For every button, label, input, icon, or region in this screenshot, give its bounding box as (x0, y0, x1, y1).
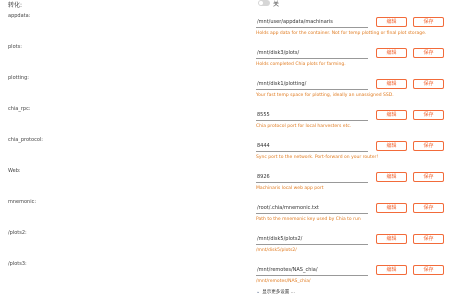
header-label: 转化: (8, 2, 23, 9)
setting-input[interactable]: 8555 (256, 111, 368, 121)
setting-hint: Holds app data for the container. Not fo… (256, 31, 427, 36)
save-button[interactable]: 保存 (413, 203, 444, 213)
edit-button[interactable]: 编辑 (376, 141, 407, 151)
setting-hint: Chia protocol port for local harvesters … (256, 124, 352, 129)
show-more-label: 显示更多设置 ... (262, 290, 295, 295)
setting-hint: /mnt/disk5/plots2/ (256, 248, 297, 253)
setting-hint: Your fast temp space for plotting, ideal… (256, 93, 394, 98)
edit-button[interactable]: 编辑 (376, 265, 407, 275)
setting-value: 8444 (257, 143, 270, 149)
save-button[interactable]: 保存 (413, 110, 444, 120)
edit-button[interactable]: 编辑 (376, 79, 407, 89)
setting-label: /plots3: (8, 261, 27, 267)
setting-value: /root/.chia/mnemonic.txt (257, 205, 319, 211)
show-more-settings-link[interactable]: ⌄ 显示更多设置 ... (256, 289, 295, 295)
setting-row: plotting: /mnt/disk1/plotting/Your fast t… (0, 74, 474, 105)
setting-hint: /mnt/remotes/NAS_chia/ (256, 279, 311, 284)
setting-label: chia_protocol: (8, 137, 43, 143)
setting-hint: Sync port to the network. Port-forward o… (256, 155, 379, 160)
setting-label: plotting: (8, 75, 29, 81)
setting-row: Web: 8926 Machinaris local web app port 编辑保… (0, 167, 474, 198)
edit-button[interactable]: 编辑 (376, 48, 407, 58)
setting-value: /mnt/disk5/plots2/ (257, 236, 303, 242)
save-button[interactable]: 保存 (413, 17, 444, 27)
setting-input[interactable]: /mnt/disk1/plotting/ (256, 80, 368, 90)
save-button[interactable]: 保存 (413, 234, 444, 244)
setting-input[interactable]: /mnt/disk5/plots2/ (256, 235, 368, 245)
setting-label: mnemonic: (8, 199, 37, 205)
setting-input[interactable]: /mnt/user/appdata/machinaris (256, 18, 368, 28)
setting-value: /mnt/disk3/plots/ (257, 50, 300, 56)
save-button[interactable]: 保存 (413, 172, 444, 182)
setting-row: chia_protocol: 8444 Sync port to the netwo… (0, 136, 474, 167)
setting-value: /mnt/disk1/plotting/ (257, 81, 307, 87)
toggle-label: 关 (273, 1, 280, 8)
setting-input[interactable]: /mnt/disk3/plots/ (256, 49, 368, 59)
setting-label: plots: (8, 44, 22, 50)
edit-button[interactable]: 编辑 (376, 110, 407, 120)
setting-value: /mnt/user/appdata/machinaris (257, 19, 333, 25)
advanced-view-toggle[interactable] (258, 0, 270, 6)
setting-row: /plots2: /mnt/disk5/plots2/ /mnt/disk5/plo… (0, 229, 474, 260)
edit-button[interactable]: 编辑 (376, 17, 407, 27)
setting-hint: Path to the mnemonic key used by Chia to… (256, 217, 361, 222)
setting-hint: Machinaris local web app port (256, 186, 324, 191)
setting-hint: Holds completed Chia plots for farming. (256, 62, 346, 67)
setting-label: /plots2: (8, 230, 27, 236)
save-button[interactable]: 保存 (413, 141, 444, 151)
setting-label: Web: (8, 168, 21, 174)
edit-button[interactable]: 编辑 (376, 172, 407, 182)
setting-input[interactable]: /root/.chia/mnemonic.txt (256, 204, 368, 214)
setting-row: plots: /mnt/disk3/plots/Holds completed C… (0, 43, 474, 74)
setting-input[interactable]: 8444 (256, 142, 368, 152)
save-button[interactable]: 保存 (413, 265, 444, 275)
setting-value: 8926 (257, 174, 270, 180)
setting-input[interactable]: 8926 (256, 173, 368, 183)
edit-button[interactable]: 编辑 (376, 234, 407, 244)
edit-button[interactable]: 编辑 (376, 203, 407, 213)
setting-row: appdata: /mnt/user/appdata/machinaris Hold… (0, 12, 474, 43)
setting-value: /mnt/remotes/NAS_chia/ (257, 267, 318, 273)
setting-row: /plots3: /mnt/remotes/NAS_chia/ /mnt/remot… (0, 260, 474, 291)
chevron-down-icon: ⌄ (256, 289, 261, 295)
save-button[interactable]: 保存 (413, 48, 444, 58)
setting-label: appdata: (8, 13, 31, 19)
setting-label: chia_rpc: (8, 106, 31, 112)
setting-row: chia_rpc: 8555 Chia protocol port for loca… (0, 105, 474, 136)
setting-input[interactable]: /mnt/remotes/NAS_chia/ (256, 266, 368, 276)
save-button[interactable]: 保存 (413, 79, 444, 89)
setting-value: 8555 (257, 112, 270, 118)
setting-row: mnemonic: /root/.chia/mnemonic.txt Path to… (0, 198, 474, 229)
